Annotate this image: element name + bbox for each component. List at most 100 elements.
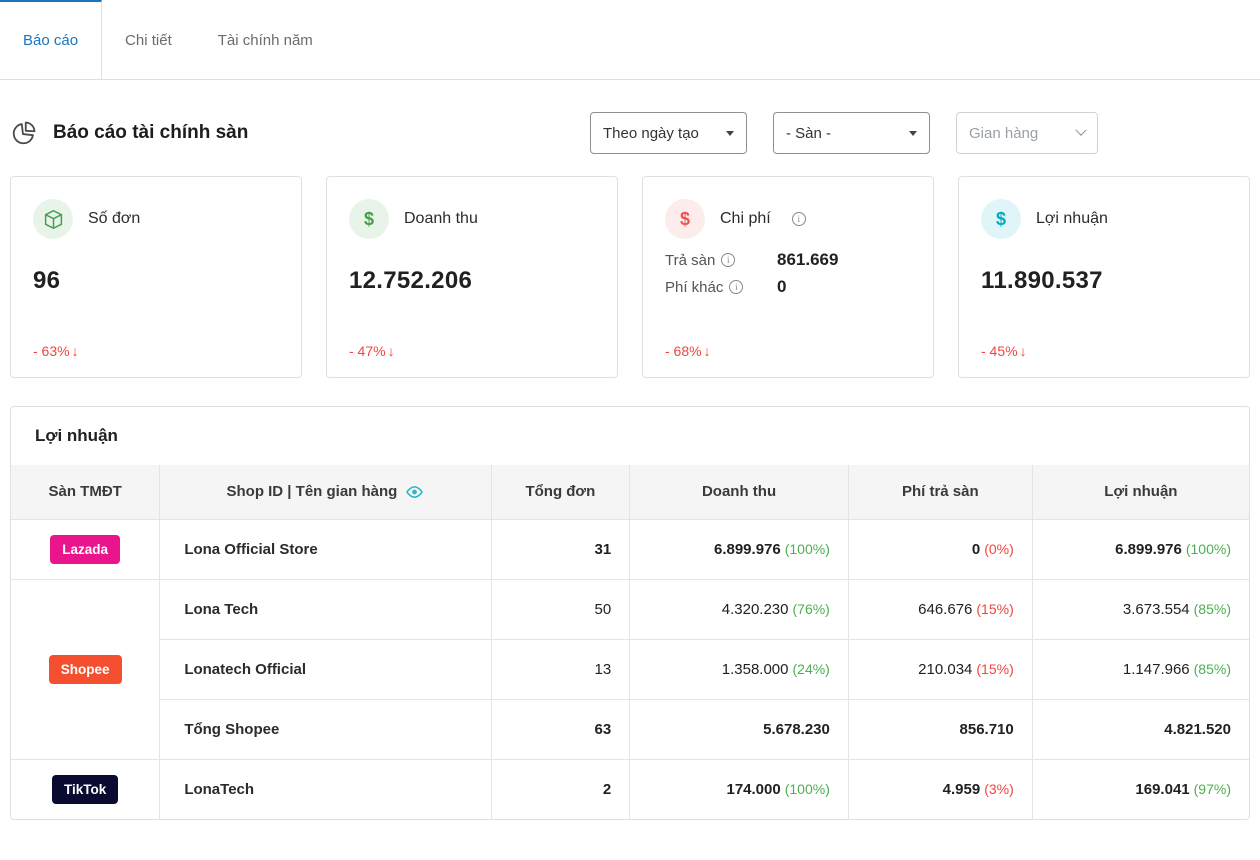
col-profit: Lợi nhuận <box>1032 465 1249 519</box>
shop-name: Lona Tech <box>160 579 491 639</box>
chevron-down-icon <box>726 131 734 136</box>
tab-bar: Báo cáo Chi tiết Tài chính năm <box>0 0 1260 80</box>
revenue-cell: 4.320.230(76%) <box>630 579 849 639</box>
info-icon[interactable]: i <box>729 280 743 294</box>
platform-select[interactable]: - Sàn - <box>773 112 930 154</box>
shop-name: Tổng Shopee <box>160 699 491 759</box>
fee-line-platform: Trả sàn i 861.669 <box>665 250 911 270</box>
card-profit-change: - 45%↓ <box>981 343 1227 359</box>
orders-cell: 50 <box>491 579 630 639</box>
tab-tai-chinh-nam[interactable]: Tài chính năm <box>195 0 336 79</box>
shop-name: Lona Official Store <box>160 519 491 579</box>
card-revenue: $ Doanh thu 12.752.206 - 47%↓ <box>326 176 618 378</box>
profit-table: Sàn TMĐT Shop ID | Tên gian hàng Tổng đơ… <box>11 465 1249 819</box>
tab-chi-tiet[interactable]: Chi tiết <box>102 0 195 79</box>
down-arrow-icon: ↓ <box>704 343 711 359</box>
shop-select[interactable]: Gian hàng <box>956 112 1098 154</box>
change-value: - 45% <box>981 343 1018 359</box>
revenue-cell: 5.678.230 <box>630 699 849 759</box>
down-arrow-icon: ↓ <box>1020 343 1027 359</box>
orders-cell: 31 <box>491 519 630 579</box>
shop-name: LonaTech <box>160 759 491 819</box>
dollar-glyph: $ <box>680 209 690 230</box>
card-costs-change: - 68%↓ <box>665 343 911 359</box>
card-orders-label: Số đơn <box>88 210 140 228</box>
info-icon[interactable]: i <box>792 212 806 226</box>
col-orders: Tổng đơn <box>491 465 630 519</box>
fee-cell: 210.034(15%) <box>848 639 1032 699</box>
pie-chart-icon <box>10 120 37 147</box>
col-shop: Shop ID | Tên gian hàng <box>160 465 491 519</box>
fee-other-label: Phí khác <box>665 279 723 296</box>
table-row-shopee-2: Lonatech Official 13 1.358.000(24%) 210.… <box>11 639 1249 699</box>
table-header-row: Sàn TMĐT Shop ID | Tên gian hàng Tổng đơ… <box>11 465 1249 519</box>
card-revenue-change: - 47%↓ <box>349 343 595 359</box>
table-row-lazada: Lazada Lona Official Store 31 6.899.976(… <box>11 519 1249 579</box>
profit-table-card: Lợi nhuận Sàn TMĐT Shop ID | Tên gian hà… <box>10 406 1250 820</box>
platform-value: - Sàn - <box>786 125 831 142</box>
orders-cell: 63 <box>491 699 630 759</box>
fee-cell: 646.676(15%) <box>848 579 1032 639</box>
fee-line-other: Phí khác i 0 <box>665 277 911 297</box>
fee-platform-value: 861.669 <box>777 250 838 270</box>
col-platform: Sàn TMĐT <box>11 465 160 519</box>
orders-cell: 13 <box>491 639 630 699</box>
profit-cell: 169.041(97%) <box>1032 759 1249 819</box>
fee-other-value: 0 <box>777 277 786 297</box>
dollar-icon: $ <box>665 199 705 239</box>
dollar-icon: $ <box>349 199 389 239</box>
card-orders-change: - 63%↓ <box>33 343 279 359</box>
shop-name: Lonatech Official <box>160 639 491 699</box>
card-revenue-value: 12.752.206 <box>349 267 595 295</box>
card-profit-label: Lợi nhuận <box>1036 210 1108 228</box>
change-value: - 47% <box>349 343 386 359</box>
table-row-tiktok: TikTok LonaTech 2 174.000(100%) 4.959(3%… <box>11 759 1249 819</box>
fee-cell: 4.959(3%) <box>848 759 1032 819</box>
date-type-value: Theo ngày tạo <box>603 125 699 142</box>
change-value: - 68% <box>665 343 702 359</box>
down-arrow-icon: ↓ <box>388 343 395 359</box>
profit-cell: 1.147.966(85%) <box>1032 639 1249 699</box>
tab-bao-cao[interactable]: Báo cáo <box>0 0 102 79</box>
date-type-select[interactable]: Theo ngày tạo <box>590 112 747 154</box>
down-arrow-icon: ↓ <box>72 343 79 359</box>
shop-placeholder: Gian hàng <box>969 125 1038 142</box>
revenue-cell: 1.358.000(24%) <box>630 639 849 699</box>
fee-cell: 0(0%) <box>848 519 1032 579</box>
eye-icon[interactable] <box>405 485 424 499</box>
shopee-badge: Shopee <box>49 655 122 684</box>
fee-cell: 856.710 <box>848 699 1032 759</box>
profit-cell: 4.821.520 <box>1032 699 1249 759</box>
info-icon[interactable]: i <box>721 253 735 267</box>
fee-platform-label: Trả sàn <box>665 252 715 269</box>
card-costs: $ Chi phí i Trả sàn i 861.669 Phí khác i… <box>642 176 934 378</box>
change-value: - 63% <box>33 343 70 359</box>
lazada-badge: Lazada <box>50 535 120 564</box>
page-title: Báo cáo tài chính sàn <box>53 122 248 144</box>
card-revenue-label: Doanh thu <box>404 210 478 228</box>
col-fee: Phí trả sàn <box>848 465 1032 519</box>
card-profit-value: 11.890.537 <box>981 267 1227 295</box>
card-orders: Số đơn 96 - 63%↓ <box>10 176 302 378</box>
col-shop-label: Shop ID | Tên gian hàng <box>226 483 397 500</box>
package-icon <box>33 199 73 239</box>
profit-table-title: Lợi nhuận <box>11 407 1249 465</box>
profit-cell: 3.673.554(85%) <box>1032 579 1249 639</box>
dollar-glyph: $ <box>996 209 1006 230</box>
revenue-cell: 174.000(100%) <box>630 759 849 819</box>
tiktok-badge: TikTok <box>52 775 118 804</box>
card-costs-label: Chi phí <box>720 210 771 228</box>
card-profit: $ Lợi nhuận 11.890.537 - 45%↓ <box>958 176 1250 378</box>
dollar-icon: $ <box>981 199 1021 239</box>
report-header: Báo cáo tài chính sàn Theo ngày tạo - Sà… <box>0 80 1260 176</box>
chevron-down-icon <box>1075 125 1086 136</box>
table-row-shopee-1: Shopee Lona Tech 50 4.320.230(76%) 646.6… <box>11 579 1249 639</box>
stat-cards: Số đơn 96 - 63%↓ $ Doanh thu 12.752.206 … <box>0 176 1260 378</box>
col-revenue: Doanh thu <box>630 465 849 519</box>
orders-cell: 2 <box>491 759 630 819</box>
dollar-glyph: $ <box>364 209 374 230</box>
chevron-down-icon <box>909 131 917 136</box>
table-row-shopee-total: Tổng Shopee 63 5.678.230 856.710 4.821.5… <box>11 699 1249 759</box>
card-orders-value: 96 <box>33 267 279 295</box>
revenue-cell: 6.899.976(100%) <box>630 519 849 579</box>
